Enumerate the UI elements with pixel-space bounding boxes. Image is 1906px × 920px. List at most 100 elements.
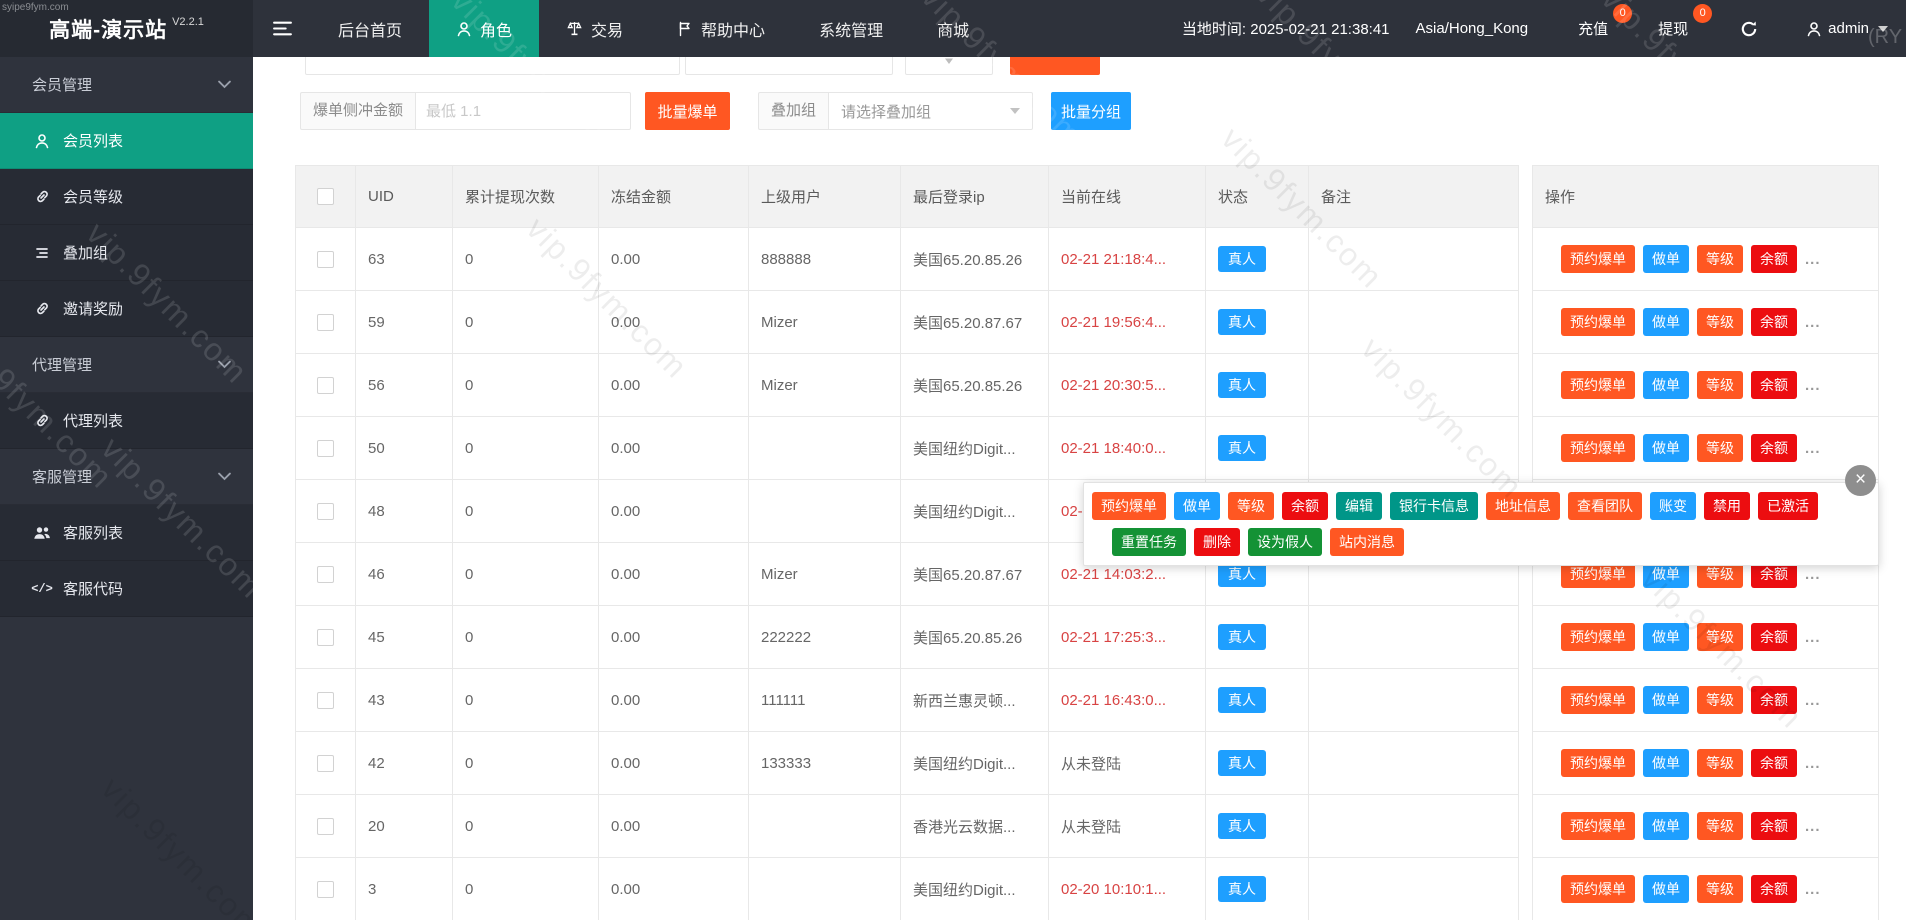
sidebar-item-8[interactable]: 客服管理 [0, 449, 253, 505]
action-button[interactable]: 预约爆单 [1561, 749, 1635, 777]
action-button[interactable]: 预约爆单 [1561, 812, 1635, 840]
action-button[interactable]: 做单 [1643, 749, 1689, 777]
action-button[interactable]: 等级 [1697, 308, 1743, 336]
popup-action-button[interactable]: 余额 [1282, 492, 1328, 520]
action-button[interactable]: 余额 [1751, 812, 1797, 840]
action-button[interactable]: 等级 [1697, 749, 1743, 777]
row-checkbox[interactable] [317, 629, 334, 646]
action-button[interactable]: 余额 [1751, 434, 1797, 462]
row-checkbox[interactable] [317, 251, 334, 268]
row-checkbox[interactable] [317, 755, 334, 772]
action-button[interactable]: 做单 [1643, 245, 1689, 273]
nav-item-6[interactable]: 商城 [910, 0, 996, 57]
action-button[interactable]: 做单 [1643, 434, 1689, 462]
action-button[interactable]: 余额 [1751, 686, 1797, 714]
sidebar-item-7[interactable]: 代理列表 [0, 393, 253, 449]
refresh-icon[interactable] [1740, 20, 1758, 38]
admin-menu[interactable]: admin [1806, 20, 1888, 37]
sidebar-item-4[interactable]: 叠加组 [0, 225, 253, 281]
action-button[interactable]: 余额 [1751, 245, 1797, 273]
action-button[interactable]: 做单 [1643, 623, 1689, 651]
popup-action-button[interactable]: 预约爆单 [1092, 492, 1166, 520]
action-button[interactable]: 等级 [1697, 623, 1743, 651]
more-actions-button[interactable]: ... [1805, 566, 1821, 583]
filter-input-2[interactable] [685, 57, 893, 75]
row-checkbox[interactable] [317, 377, 334, 394]
app-logo[interactable]: 高端-演示站 V2.2.1 [0, 0, 253, 57]
sidebar-item-10[interactable]: </>客服代码 [0, 561, 253, 617]
select-all-checkbox[interactable] [317, 188, 334, 205]
sidebar-item-2[interactable]: 会员列表 [0, 113, 253, 169]
action-button[interactable]: 等级 [1697, 686, 1743, 714]
action-button[interactable]: 做单 [1643, 371, 1689, 399]
action-button[interactable]: 等级 [1697, 812, 1743, 840]
hamburger-icon[interactable] [253, 0, 311, 57]
more-actions-button[interactable]: ... [1805, 755, 1821, 772]
recharge-link[interactable]: 充值 0 [1578, 18, 1608, 39]
nav-item-2[interactable]: 角色 [429, 0, 539, 57]
action-button[interactable]: 余额 [1751, 371, 1797, 399]
action-button[interactable]: 余额 [1751, 875, 1797, 903]
more-actions-button[interactable]: ... [1805, 440, 1821, 457]
nav-item-4[interactable]: 帮助中心 [650, 0, 792, 57]
sort-select[interactable] [905, 57, 993, 75]
popup-close-button[interactable]: × [1845, 465, 1876, 496]
action-button[interactable]: 等级 [1697, 875, 1743, 903]
action-button[interactable]: 做单 [1643, 875, 1689, 903]
more-actions-button[interactable]: ... [1805, 314, 1821, 331]
row-checkbox[interactable] [317, 818, 334, 835]
row-checkbox[interactable] [317, 314, 334, 331]
action-button[interactable]: 余额 [1751, 623, 1797, 651]
popup-action-button[interactable]: 账变 [1650, 492, 1696, 520]
row-checkbox[interactable] [317, 881, 334, 898]
row-checkbox[interactable] [317, 503, 334, 520]
batch-burst-button[interactable]: 批量爆单 [645, 92, 730, 130]
popup-action-button[interactable]: 做单 [1174, 492, 1220, 520]
action-button[interactable]: 等级 [1697, 371, 1743, 399]
action-button[interactable]: 余额 [1751, 749, 1797, 777]
popup-action-button[interactable]: 删除 [1194, 528, 1240, 556]
action-button[interactable]: 等级 [1697, 434, 1743, 462]
action-button[interactable]: 余额 [1751, 308, 1797, 336]
popup-action-button[interactable]: 编辑 [1336, 492, 1382, 520]
action-button[interactable]: 预约爆单 [1561, 623, 1635, 651]
action-button[interactable]: 做单 [1643, 686, 1689, 714]
burst-amount-input[interactable] [415, 92, 631, 130]
more-actions-button[interactable]: ... [1805, 629, 1821, 646]
action-button[interactable]: 做单 [1643, 308, 1689, 336]
nav-item-5[interactable]: 系统管理 [792, 0, 910, 57]
action-button[interactable]: 预约爆单 [1561, 245, 1635, 273]
nav-item-1[interactable]: 后台首页 [311, 0, 429, 57]
sidebar-item-3[interactable]: 会员等级 [0, 169, 253, 225]
popup-action-button[interactable]: 银行卡信息 [1390, 492, 1478, 520]
action-button[interactable]: 预约爆单 [1561, 308, 1635, 336]
more-actions-button[interactable]: ... [1805, 881, 1821, 898]
action-button[interactable]: 预约爆单 [1561, 875, 1635, 903]
action-button[interactable]: 预约爆单 [1561, 434, 1635, 462]
more-actions-button[interactable]: ... [1805, 818, 1821, 835]
sidebar-item-9[interactable]: 客服列表 [0, 505, 253, 561]
row-checkbox[interactable] [317, 440, 334, 457]
withdraw-link[interactable]: 提现 0 [1658, 18, 1688, 39]
popup-action-button[interactable]: 禁用 [1704, 492, 1750, 520]
popup-action-button[interactable]: 站内消息 [1330, 528, 1404, 556]
sidebar-item-5[interactable]: 邀请奖励 [0, 281, 253, 337]
popup-action-button[interactable]: 已激活 [1758, 492, 1818, 520]
action-button[interactable]: 做单 [1643, 812, 1689, 840]
batch-group-button[interactable]: 批量分组 [1051, 92, 1131, 130]
more-actions-button[interactable]: ... [1805, 377, 1821, 394]
sidebar-item-1[interactable]: 会员管理 [0, 57, 253, 113]
stack-group-select[interactable]: 请选择叠加组 [828, 92, 1033, 130]
clipped-orange-button[interactable] [1010, 57, 1100, 75]
popup-action-button[interactable]: 设为假人 [1248, 528, 1322, 556]
action-button[interactable]: 预约爆单 [1561, 686, 1635, 714]
more-actions-button[interactable]: ... [1805, 251, 1821, 268]
more-actions-button[interactable]: ... [1805, 692, 1821, 709]
action-button[interactable]: 等级 [1697, 245, 1743, 273]
nav-item-3[interactable]: 交易 [539, 0, 650, 57]
row-checkbox[interactable] [317, 566, 334, 583]
popup-action-button[interactable]: 地址信息 [1486, 492, 1560, 520]
action-button[interactable]: 预约爆单 [1561, 371, 1635, 399]
row-checkbox[interactable] [317, 692, 334, 709]
popup-action-button[interactable]: 查看团队 [1568, 492, 1642, 520]
